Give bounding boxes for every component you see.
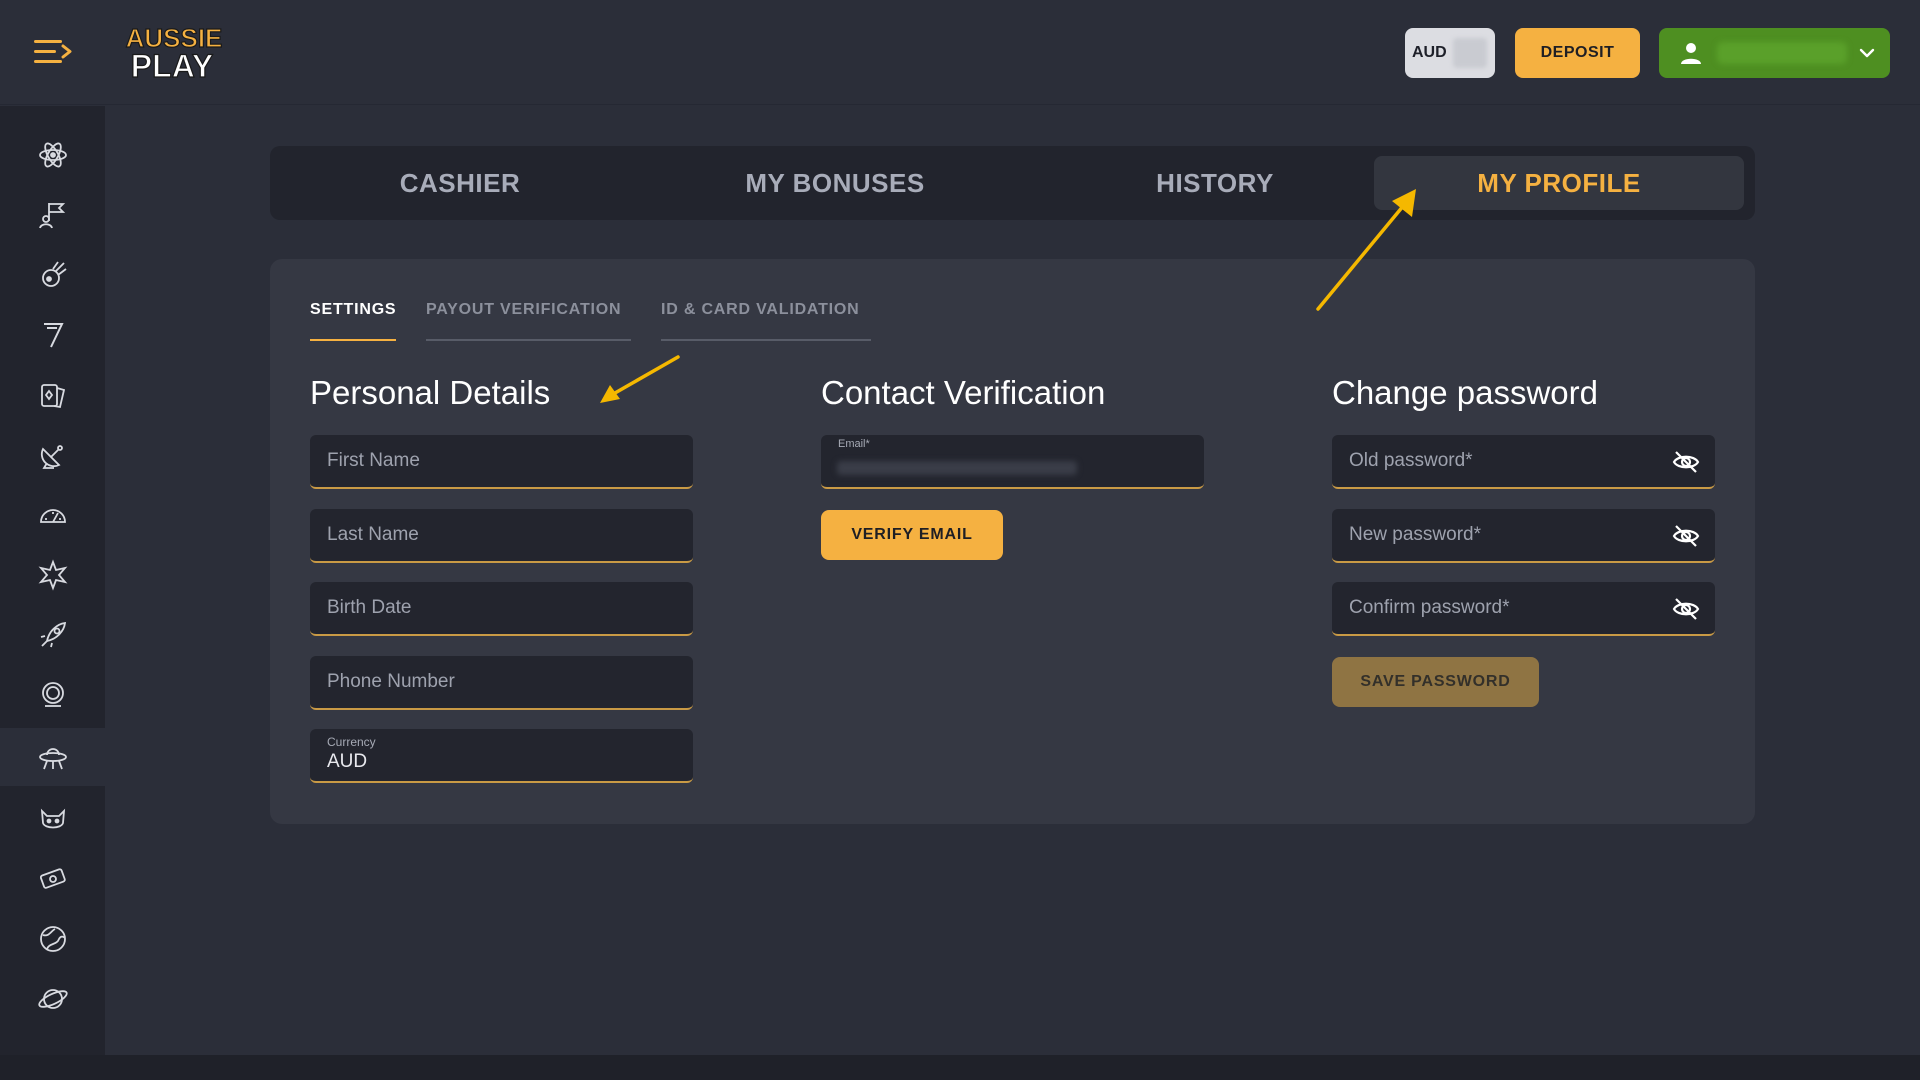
globe-icon xyxy=(39,926,66,952)
subtab-id-card-validation[interactable]: ID & CARD VALIDATION xyxy=(661,301,871,341)
currency-field-value: AUD xyxy=(327,751,368,772)
birth-date-field[interactable]: Birth Date xyxy=(310,582,693,636)
alien-cat-icon xyxy=(40,808,65,829)
sidebar-item-astronaut-flag[interactable] xyxy=(0,186,105,244)
confirm-password-field[interactable]: Confirm password* xyxy=(1332,582,1715,636)
bottom-strip xyxy=(0,1055,1920,1080)
user-icon xyxy=(1681,43,1701,64)
hide-password-icon[interactable] xyxy=(1671,449,1701,475)
sidebar-item-globe[interactable] xyxy=(0,910,105,968)
sidebar xyxy=(0,106,105,1055)
main-tabs: CASHIER MY BONUSES HISTORY MY PROFILE xyxy=(270,146,1755,220)
satellite-dish-icon xyxy=(40,445,63,469)
birth-date-placeholder: Birth Date xyxy=(327,597,412,618)
astronaut-helmet-icon xyxy=(41,682,64,707)
planet-icon xyxy=(37,989,68,1009)
verify-email-button[interactable]: VERIFY EMAIL xyxy=(821,510,1003,560)
currency-label: AUD xyxy=(1412,44,1447,61)
sidebar-item-satellite[interactable] xyxy=(0,426,105,484)
email-field[interactable]: Email* xyxy=(821,435,1204,489)
tab-my-bonuses[interactable]: MY BONUSES xyxy=(650,156,1020,210)
profile-settings-card: SETTINGS PAYOUT VERIFICATION ID & CARD V… xyxy=(270,259,1755,824)
change-password-title: Change password xyxy=(1332,374,1598,411)
contact-verification-title: Contact Verification xyxy=(821,374,1106,411)
subtab-payout-verification[interactable]: PAYOUT VERIFICATION xyxy=(426,301,631,341)
aussie-play-logo[interactable]: AUSSIE PLAY xyxy=(122,22,226,84)
sidebar-item-star[interactable] xyxy=(0,546,105,604)
tab-history[interactable]: HISTORY xyxy=(1040,156,1390,210)
first-name-placeholder: First Name xyxy=(327,450,420,471)
deposit-button[interactable]: DEPOSIT xyxy=(1515,28,1640,78)
hide-password-icon[interactable] xyxy=(1671,596,1701,622)
new-password-placeholder: New password* xyxy=(1349,524,1481,545)
currency-balance-button[interactable]: AUD xyxy=(1405,28,1495,78)
save-password-button[interactable]: SAVE PASSWORD xyxy=(1332,657,1539,707)
money-icon xyxy=(39,868,66,889)
email-field-label: Email* xyxy=(838,438,870,450)
sidebar-item-cards[interactable] xyxy=(0,366,105,424)
phone-number-placeholder: Phone Number xyxy=(327,671,455,692)
sidebar-item-atom[interactable] xyxy=(0,126,105,184)
sidebar-item-cat[interactable] xyxy=(0,790,105,848)
subtab-settings[interactable]: SETTINGS xyxy=(310,301,396,341)
atom-icon xyxy=(38,142,67,168)
last-name-field[interactable]: Last Name xyxy=(310,509,693,563)
card-games-icon xyxy=(40,384,65,409)
logo-text-play: PLAY xyxy=(131,48,213,82)
new-password-field[interactable]: New password* xyxy=(1332,509,1715,563)
sidebar-item-money[interactable] xyxy=(0,850,105,908)
hide-password-icon[interactable] xyxy=(1671,523,1701,549)
phone-number-field[interactable]: Phone Number xyxy=(310,656,693,710)
sidebar-item-astronaut[interactable] xyxy=(0,666,105,724)
last-name-placeholder: Last Name xyxy=(327,524,419,545)
currency-field-label: Currency xyxy=(327,735,376,749)
sidebar-item-slots[interactable] xyxy=(0,306,105,364)
sidebar-item-speed[interactable] xyxy=(0,486,105,544)
tab-my-profile[interactable]: MY PROFILE xyxy=(1374,156,1744,210)
user-account-button[interactable] xyxy=(1659,28,1890,78)
meteor-icon xyxy=(41,261,67,287)
first-name-field[interactable]: First Name xyxy=(310,435,693,489)
old-password-placeholder: Old password* xyxy=(1349,450,1473,471)
ufo-icon xyxy=(38,748,67,770)
balance-redacted xyxy=(1453,38,1487,68)
astronaut-flag-icon xyxy=(38,203,65,229)
confirm-password-placeholder: Confirm password* xyxy=(1349,597,1510,618)
email-redacted xyxy=(837,461,1077,475)
top-bar: AUSSIE PLAY AUD DEPOSIT xyxy=(0,0,1920,105)
sidebar-item-meteor[interactable] xyxy=(0,246,105,304)
rocket-icon xyxy=(40,621,66,648)
personal-details-title: Personal Details xyxy=(310,374,551,411)
currency-field[interactable]: Currency AUD xyxy=(310,729,693,783)
chevron-down-icon xyxy=(1859,48,1875,58)
speedometer-icon xyxy=(39,509,66,523)
lucky-seven-icon xyxy=(43,323,64,348)
menu-toggle-icon[interactable] xyxy=(30,36,74,68)
sidebar-item-ufo[interactable] xyxy=(0,728,105,786)
explosion-star-icon xyxy=(38,559,67,591)
tab-cashier[interactable]: CASHIER xyxy=(290,156,630,210)
username-redacted xyxy=(1717,42,1847,64)
sidebar-item-rocket[interactable] xyxy=(0,606,105,664)
old-password-field[interactable]: Old password* xyxy=(1332,435,1715,489)
sidebar-item-planet[interactable] xyxy=(0,970,105,1028)
